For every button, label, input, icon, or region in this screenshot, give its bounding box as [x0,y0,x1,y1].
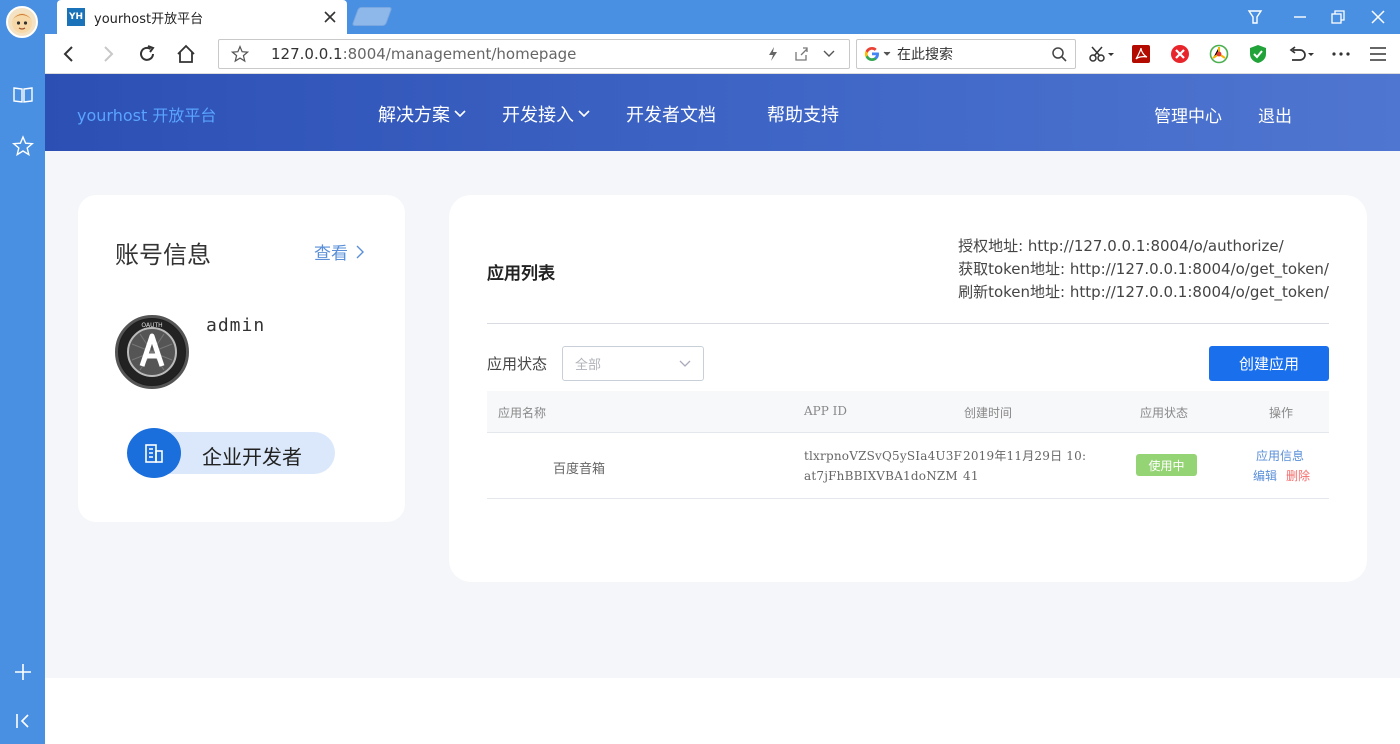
refresh-token-endpoint: 刷新token地址: http://127.0.0.1:8004/o/get_t… [958,283,1329,301]
tab-strip: YH yourhost开放平台 [45,0,1400,34]
oauth-avatar: OAUTH [115,315,189,389]
view-account-link[interactable]: 查看 [314,239,364,264]
home-icon[interactable] [170,38,202,70]
url-path: :8004/management/homepage [342,45,577,63]
account-title: 账号信息 [115,241,211,269]
nav-solutions[interactable]: 解决方案 [378,101,466,127]
refresh-icon[interactable] [131,38,163,70]
nav-integration[interactable]: 开发接入 [502,101,590,127]
get-token-endpoint: 获取token地址: http://127.0.0.1:8004/o/get_t… [958,260,1329,278]
logout-link[interactable]: 退出 [1258,102,1292,127]
chevron-down-icon [454,110,466,118]
create-app-button[interactable]: 创建应用 [1209,346,1329,381]
chevron-down-icon[interactable] [823,50,835,58]
created-time-line2: 41 [963,469,979,483]
google-icon[interactable] [863,45,891,63]
developer-type-label: 企业开发者 [202,445,302,469]
app-table: 应用名称 APP ID 创建时间 应用状态 操作 百度音箱 tlxrpnoVZS… [487,391,1329,499]
share-icon[interactable] [793,46,809,62]
status-badge: 使用中 [1136,454,1197,476]
pdf-icon[interactable] [1125,38,1157,70]
favorites-star-icon[interactable] [0,131,45,161]
block-icon[interactable] [1164,38,1196,70]
nav-support-label: 帮助支持 [767,105,839,126]
endpoint-info: 授权地址: http://127.0.0.1:8004/o/authorize/… [958,235,1329,304]
bookmark-star-icon[interactable] [231,45,249,63]
table-row: 百度音箱 tlxrpnoVZSvQ5ySIa4U3F at7jFhBBIXVBA… [487,433,1329,499]
url-host: 127.0.0.1 [271,45,343,63]
created-time: 2019年11月29日 10: 41 [963,446,1086,486]
back-icon[interactable] [53,38,85,70]
more-menu-icon[interactable] [1325,38,1357,70]
site-header: yourhost 开放平台 解决方案 开发接入 开发者文档 帮助支持 管理中心 … [45,74,1400,151]
tab-menu-icon[interactable] [1232,0,1277,34]
username: admin [206,315,266,336]
column-header-name: 应用名称 [498,406,547,420]
delete-link[interactable]: 删除 [1286,467,1310,484]
chevron-down-icon [679,360,691,367]
url-text: 127.0.0.1:8004/management/homepage [271,45,767,63]
tab-active[interactable]: YH yourhost开放平台 [57,0,347,34]
nav-docs[interactable]: 开发者文档 [626,101,716,127]
column-header-actions: 操作 [1269,406,1294,420]
page-footer [45,678,1400,744]
column-header-status: 应用状态 [1140,406,1189,420]
svg-text:OAUTH: OAUTH [141,322,162,329]
reading-list-icon[interactable] [0,80,45,110]
tab-close-icon[interactable] [319,6,341,28]
search-box[interactable]: 在此搜索 [856,39,1076,69]
user-avatar-icon[interactable] [6,6,38,38]
column-header-appid: APP ID [804,404,847,418]
table-header: 应用名称 APP ID 创建时间 应用状态 操作 [487,391,1329,433]
browser-toolbar: 127.0.0.1:8004/management/homepage 在此搜索 [45,34,1400,74]
nav-integration-label: 开发接入 [502,105,574,126]
building-icon [127,428,181,478]
new-tab-button[interactable] [351,0,395,34]
nav-solutions-label: 解决方案 [378,105,450,126]
extension-logo-icon[interactable] [1203,38,1235,70]
main-content: 账号信息 查看 OAUTH admin 企业开发者 应用列表 授权地址: htt… [45,151,1400,678]
screenshot-scissors-icon[interactable] [1081,38,1121,70]
authorize-endpoint: 授权地址: http://127.0.0.1:8004/o/authorize/ [958,237,1284,255]
created-time-line1: 2019年11月29日 10: [963,449,1087,463]
tab-title: yourhost开放平台 [94,11,204,27]
search-placeholder: 在此搜索 [897,47,953,63]
column-header-created: 创建时间 [964,406,1013,420]
app-id: tlxrpnoVZSvQ5ySIa4U3F at7jFhBBIXVBA1doNZ… [804,446,962,486]
manage-center-link[interactable]: 管理中心 [1154,102,1222,127]
chevron-right-icon [356,245,364,258]
account-card: 账号信息 查看 OAUTH admin 企业开发者 [78,195,405,522]
developer-type-badge: 企业开发者 [127,428,335,478]
app-id-line1: tlxrpnoVZSvQ5ySIa4U3F [804,449,963,463]
security-shield-icon[interactable] [1242,38,1274,70]
app-list-title: 应用列表 [487,264,555,284]
oauth-logo-icon: OAUTH [119,319,185,385]
app-name: 百度音箱 [553,462,606,477]
app-list-card: 应用列表 授权地址: http://127.0.0.1:8004/o/autho… [449,195,1367,582]
edit-link[interactable]: 编辑 [1253,467,1277,484]
view-account-label: 查看 [314,244,348,264]
app-info-link[interactable]: 应用信息 [1256,447,1304,464]
chevron-down-icon [578,110,590,118]
nav-docs-label: 开发者文档 [626,105,716,126]
hamburger-menu-icon[interactable] [1362,38,1394,70]
site-favicon-icon: YH [67,8,85,26]
status-filter-value: 全部 [575,358,602,373]
forward-icon[interactable] [92,38,124,70]
browser-sidebar [0,0,45,744]
restore-icon[interactable] [1315,0,1360,34]
status-filter-label: 应用状态 [487,355,548,373]
brand-logo[interactable]: yourhost 开放平台 [77,102,216,126]
add-panel-icon[interactable] [0,657,45,687]
address-bar[interactable]: 127.0.0.1:8004/management/homepage [218,39,850,69]
divider [487,323,1329,324]
collapse-sidebar-icon[interactable] [0,706,45,736]
app-id-line2: at7jFhBBIXVBA1doNZM [804,469,958,483]
close-window-icon[interactable] [1355,0,1400,34]
status-filter-select[interactable]: 全部 [562,346,704,381]
search-icon[interactable] [1051,46,1067,62]
lightning-icon[interactable] [767,46,779,62]
nav-support[interactable]: 帮助支持 [767,101,839,127]
undo-icon[interactable] [1281,38,1321,70]
